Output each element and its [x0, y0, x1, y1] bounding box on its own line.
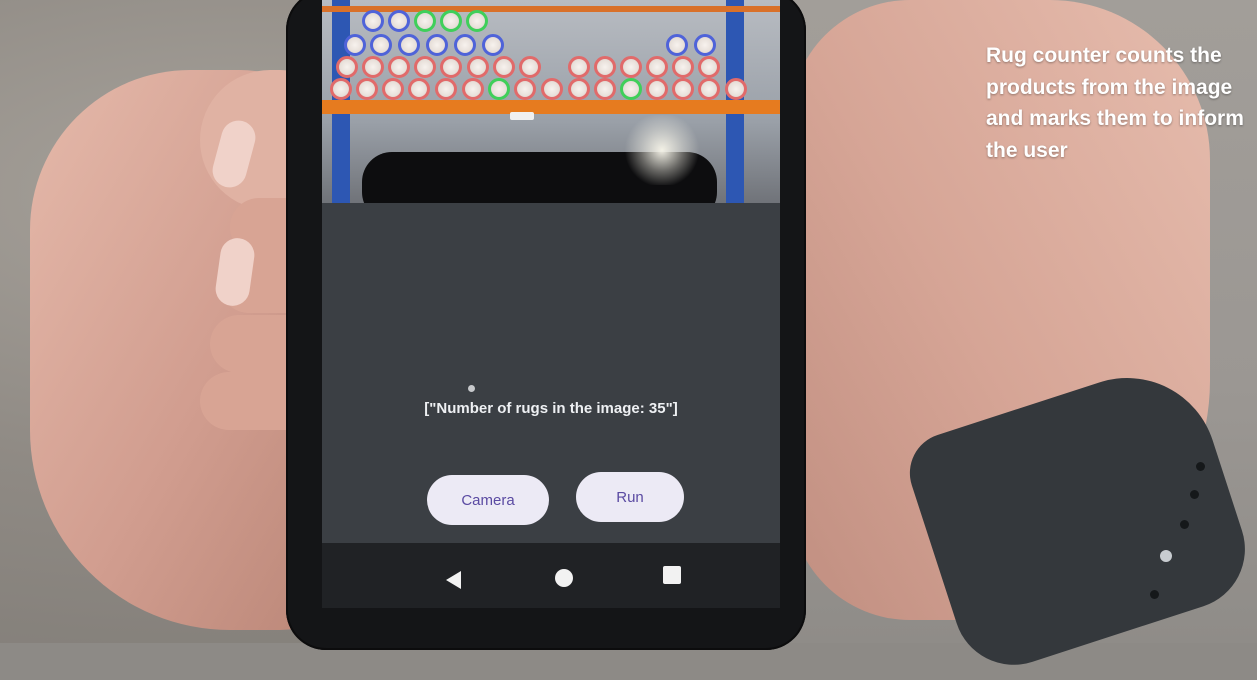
rug-detection-marker — [594, 78, 616, 100]
rug-detection-marker — [620, 78, 642, 100]
rug-detection-marker — [725, 78, 747, 100]
watch-band-hole — [1196, 462, 1205, 471]
rug-detection-marker — [488, 78, 510, 100]
rug-detection-marker — [426, 34, 448, 56]
rug-detection-marker — [440, 56, 462, 78]
rug-detection-marker — [620, 56, 642, 78]
rug-detection-marker — [666, 34, 688, 56]
rug-detection-marker — [462, 78, 484, 100]
rug-detection-marker — [440, 10, 462, 32]
rug-detection-marker — [466, 10, 488, 32]
android-nav-bar — [322, 543, 780, 608]
rug-count-result: ["Number of rugs in the image: 35"] — [424, 400, 678, 417]
rug-detection-marker — [336, 56, 358, 78]
rack-label — [510, 112, 534, 120]
rug-detection-marker — [646, 56, 668, 78]
rug-detection-marker — [594, 56, 616, 78]
recent-apps-icon[interactable] — [663, 566, 681, 584]
rug-detection-marker — [514, 78, 536, 100]
rug-detection-marker — [382, 78, 404, 100]
rug-detection-marker — [435, 78, 457, 100]
rug-detection-marker — [370, 34, 392, 56]
rack-beam — [322, 100, 780, 114]
rug-detection-marker — [672, 56, 694, 78]
rug-detection-marker — [482, 34, 504, 56]
status-dot — [468, 385, 475, 392]
rug-detection-marker — [362, 10, 384, 32]
light-glare — [622, 115, 702, 185]
rug-detection-marker — [698, 56, 720, 78]
rug-detection-marker — [568, 56, 590, 78]
rug-detection-marker — [362, 56, 384, 78]
background-scene: ["Number of rugs in the image: 35"] Came… — [0, 0, 1257, 680]
watch-band-hole — [1190, 490, 1199, 499]
rug-detection-marker — [414, 56, 436, 78]
rug-detection-marker — [646, 78, 668, 100]
app-content-area: ["Number of rugs in the image: 35"] Came… — [322, 203, 780, 543]
rug-detection-marker — [519, 56, 541, 78]
captured-image-preview — [322, 0, 780, 203]
rug-detection-marker — [493, 56, 515, 78]
rack-beam — [322, 6, 780, 12]
rug-detection-marker — [356, 78, 378, 100]
overlay-caption: Rug counter counts the products from the… — [986, 44, 1244, 162]
run-button[interactable]: Run — [576, 472, 684, 522]
rug-detection-marker — [568, 78, 590, 100]
rug-detection-marker — [467, 56, 489, 78]
rug-detection-marker — [694, 34, 716, 56]
rug-detection-marker — [344, 34, 366, 56]
rug-detection-marker — [408, 78, 430, 100]
rug-detection-marker — [388, 10, 410, 32]
back-icon[interactable] — [446, 571, 461, 589]
watch-band-hole — [1150, 590, 1159, 599]
rug-detection-marker — [698, 78, 720, 100]
phone-screen: ["Number of rugs in the image: 35"] Came… — [322, 0, 780, 608]
rug-detection-marker — [672, 78, 694, 100]
rug-detection-marker — [388, 56, 410, 78]
watch-band-pin — [1160, 550, 1172, 562]
rug-detection-marker — [454, 34, 476, 56]
rug-detection-marker — [398, 34, 420, 56]
rug-detection-marker — [541, 78, 563, 100]
rug-detection-marker — [330, 78, 352, 100]
watch-band-hole — [1180, 520, 1189, 529]
rug-detection-marker — [414, 10, 436, 32]
camera-button[interactable]: Camera — [427, 475, 549, 525]
home-icon[interactable] — [555, 569, 573, 587]
